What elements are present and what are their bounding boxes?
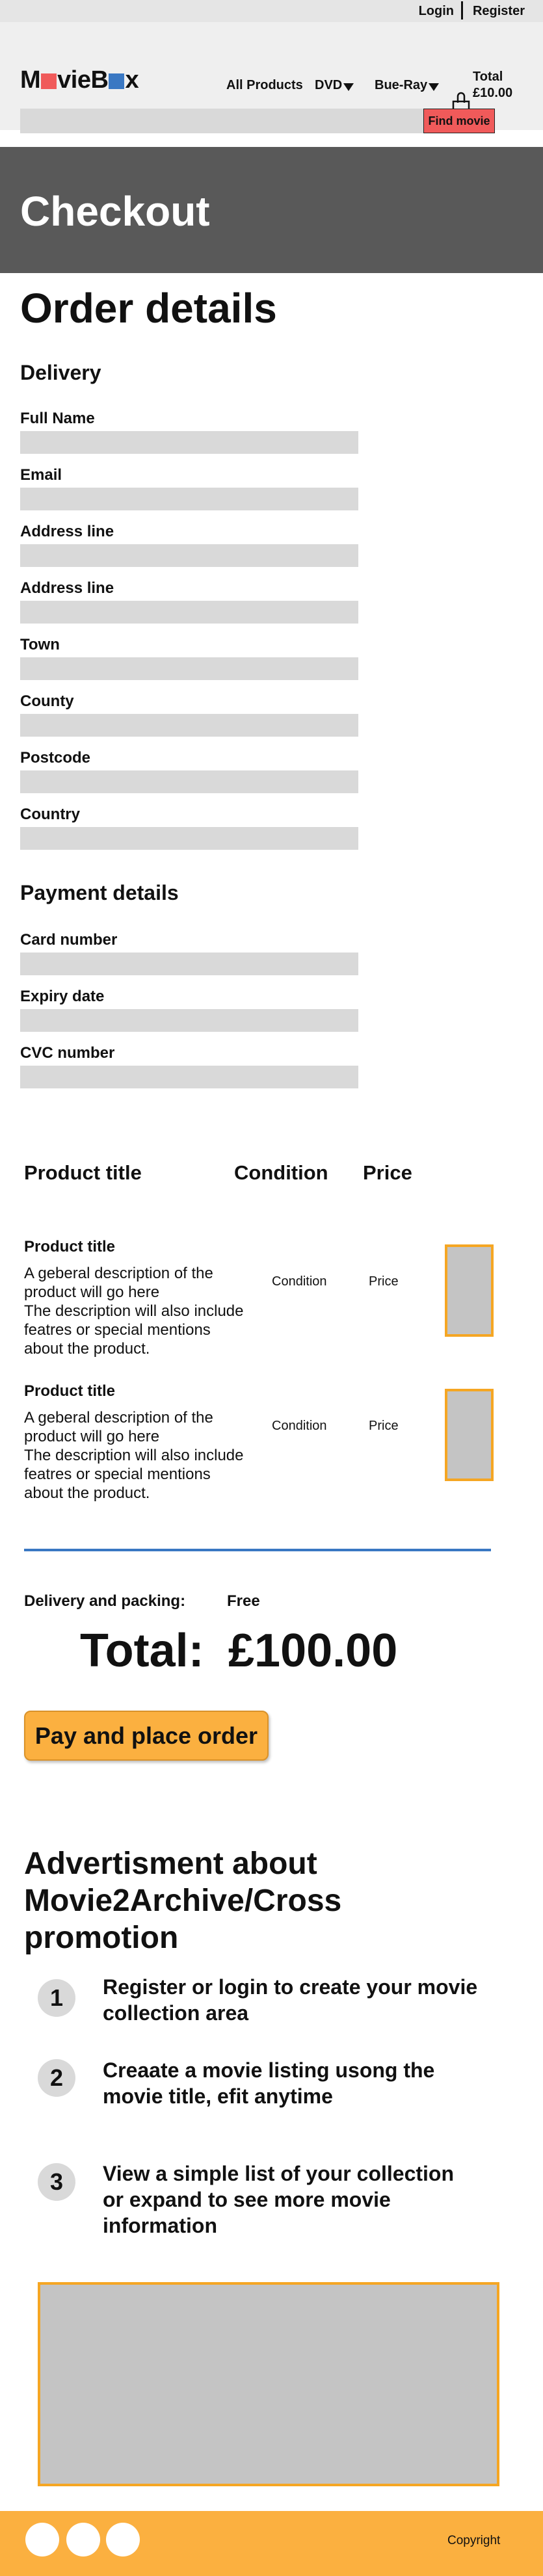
- nav-bluray[interactable]: Bue-Ray: [375, 78, 440, 93]
- social-icon[interactable]: [106, 2523, 140, 2556]
- search-input[interactable]: [20, 109, 423, 133]
- product-description: A geberal description of the product wil…: [24, 1265, 244, 1358]
- product-image[interactable]: [445, 1244, 494, 1337]
- address-line-2-label: Address line: [20, 579, 114, 597]
- order-total-label: Total:: [80, 1625, 204, 1677]
- nav-dvd[interactable]: DVD: [315, 78, 354, 93]
- email-label: Email: [20, 466, 62, 484]
- town-field[interactable]: [20, 657, 358, 680]
- product-price: Price: [369, 1419, 399, 1433]
- product-condition: Condition: [272, 1274, 327, 1289]
- topbar-separator: [461, 1, 463, 20]
- product-description: A geberal description of the product wil…: [24, 1409, 244, 1502]
- postcode-label: Postcode: [20, 749, 91, 767]
- country-field[interactable]: [20, 827, 358, 850]
- basket-total-label: Total: [473, 70, 503, 84]
- social-icon[interactable]: [66, 2523, 100, 2556]
- address-line-1-label: Address line: [20, 523, 114, 540]
- dropdown-arrow-icon: [343, 83, 354, 91]
- order-details-heading: Order details: [20, 285, 277, 332]
- nav-bluray-label: Bue-Ray: [375, 78, 428, 92]
- advert-image-placeholder[interactable]: [38, 2282, 499, 2486]
- card-number-label: Card number: [20, 931, 118, 949]
- summary-divider: [24, 1549, 491, 1551]
- product-title: Product title: [24, 1238, 116, 1255]
- country-label: Country: [20, 806, 80, 823]
- nav-all-products[interactable]: All Products: [226, 78, 303, 93]
- logo[interactable]: MvieB x: [20, 68, 139, 92]
- delivery-packing-value: Free: [227, 1592, 260, 1610]
- expiry-date-label: Expiry date: [20, 988, 105, 1005]
- step-text: Register or login to create your movie c…: [103, 1975, 478, 2025]
- step-number-badge: 1: [38, 1979, 75, 2017]
- expiry-date-field[interactable]: [20, 1009, 358, 1032]
- basket-total-value: £10.00: [473, 86, 513, 100]
- logo-text-start: M: [20, 66, 41, 94]
- pay-and-place-order-button[interactable]: Pay and place order: [24, 1711, 269, 1761]
- social-icon[interactable]: [25, 2523, 59, 2556]
- delivery-packing-label: Delivery and packing:: [24, 1592, 186, 1610]
- nav-dvd-label: DVD: [315, 78, 343, 92]
- page-title: Checkout: [20, 188, 210, 235]
- copyright-text: Copyright: [447, 2534, 501, 2547]
- payment-details-heading: Payment details: [20, 881, 179, 904]
- logo-text-end: x: [125, 66, 139, 94]
- cvc-number-label: CVC number: [20, 1044, 115, 1062]
- step-text: Creaate a movie listing usong the movie …: [103, 2058, 435, 2108]
- step-number-badge: 2: [38, 2059, 75, 2097]
- logo-box-icon: [41, 73, 57, 89]
- full-name-field[interactable]: [20, 431, 358, 454]
- county-label: County: [20, 692, 74, 710]
- dropdown-arrow-icon: [429, 83, 440, 91]
- full-name-label: Full Name: [20, 410, 95, 427]
- address-line-2-field[interactable]: [20, 601, 358, 624]
- checkout-banner: Checkout: [0, 147, 543, 273]
- card-number-field[interactable]: [20, 953, 358, 975]
- register-link[interactable]: Register: [473, 4, 525, 19]
- logo-text-middle: vieB: [57, 66, 109, 94]
- address-line-1-field[interactable]: [20, 544, 358, 567]
- product-condition: Condition: [272, 1419, 327, 1433]
- column-header-condition: Condition: [234, 1161, 328, 1184]
- top-bar: Login Register: [0, 0, 543, 22]
- product-price: Price: [369, 1274, 399, 1289]
- find-movie-button[interactable]: Find movie: [423, 109, 495, 133]
- logo-box-icon: [109, 73, 125, 89]
- email-field[interactable]: [20, 488, 358, 510]
- advert-heading: Advertisment about Movie2Archive/Cross p…: [24, 1847, 342, 1955]
- county-field[interactable]: [20, 714, 358, 737]
- step-number-badge: 3: [38, 2163, 75, 2201]
- cvc-number-field[interactable]: [20, 1066, 358, 1088]
- postcode-field[interactable]: [20, 770, 358, 793]
- order-total-value: £100.00: [228, 1625, 398, 1677]
- column-header-price: Price: [363, 1161, 412, 1184]
- delivery-heading: Delivery: [20, 361, 101, 384]
- product-image[interactable]: [445, 1389, 494, 1481]
- town-label: Town: [20, 636, 60, 653]
- step-text: View a simple list of your collection or…: [103, 2162, 454, 2237]
- product-title: Product title: [24, 1382, 116, 1400]
- column-header-product-title: Product title: [24, 1161, 142, 1184]
- login-link[interactable]: Login: [419, 4, 454, 19]
